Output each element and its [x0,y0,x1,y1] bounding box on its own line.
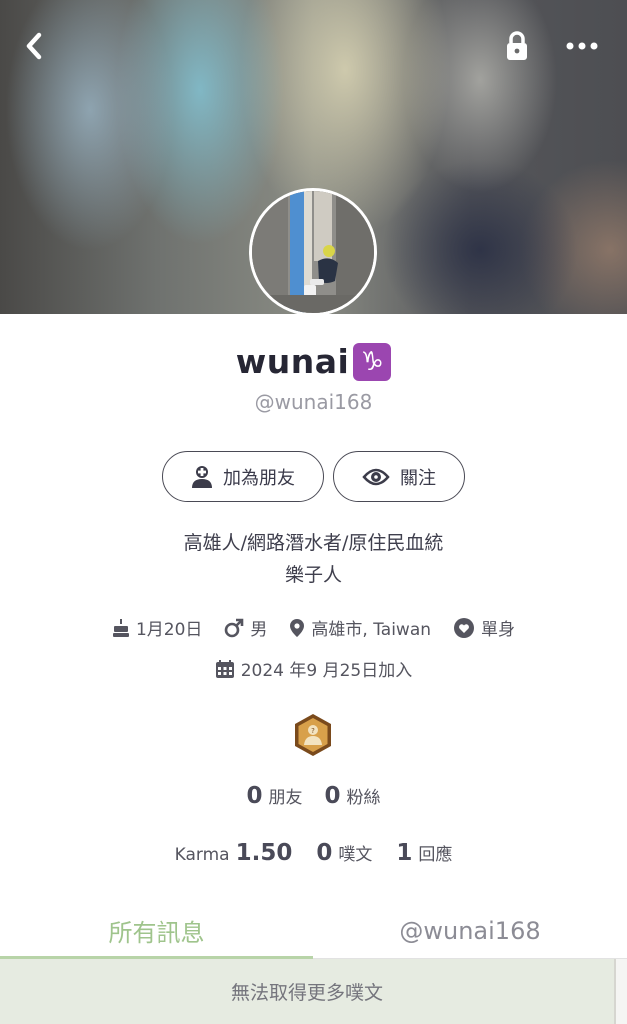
back-button[interactable] [12,24,56,68]
add-friend-button[interactable]: 加為朋友 [162,451,324,502]
relationship-item: 單身 [453,615,515,640]
karma-label: Karma [174,845,230,865]
replies-label: 回應 [418,845,453,865]
friends-stat[interactable]: 0 朋友 [246,783,302,809]
tab-user-posts[interactable]: @wunai168 [313,904,627,959]
gender-text: 男 [250,620,268,640]
fans-count: 0 [324,783,341,809]
gender-item: 男 [224,615,267,640]
eye-icon [362,468,390,485]
more-horizontal-icon [566,42,598,50]
friends-label: 朋友 [268,788,303,808]
profile-tabs: 所有訊息 @wunai168 [0,904,627,959]
social-stats: 0 朋友 0 粉絲 [0,783,627,809]
display-name: wunai [235,342,350,381]
add-user-icon [192,465,212,488]
activity-stats: Karma 1.50 0 噗文 1 回應 [0,840,627,866]
karma-value: 1.50 [235,840,293,866]
location-text: 高雄市, Taiwan [311,620,432,640]
follow-button[interactable]: 關注 [333,451,465,502]
heart-icon [454,617,475,638]
avatar[interactable] [249,188,377,316]
posts-count: 0 [316,840,333,866]
add-friend-label: 加為朋友 [223,467,295,489]
tab-all-messages[interactable]: 所有訊息 [0,904,313,959]
friends-count: 0 [246,783,263,809]
relationship-text: 單身 [481,620,516,640]
bio-line-2: 樂子人 [284,564,342,586]
join-date-text: 2024 年9 月25日加入 [240,661,413,681]
bio-line-1: 高雄人/網路潛水者/原住民血統 [183,532,444,554]
display-name-row: wunai ♑ [0,342,627,381]
birthday-item: 1月20日 [112,615,202,640]
privacy-button[interactable] [495,24,539,68]
karma-stat: Karma 1.50 [175,840,293,866]
location-item: 高雄市, Taiwan [289,615,431,640]
posts-stat: 0 噗文 [316,840,372,866]
user-handle: @wunai168 [254,390,373,414]
karma-badge-icon[interactable]: ? [293,713,333,757]
calendar-icon [215,659,234,678]
chevron-left-icon [26,32,42,60]
birthday-text: 1月20日 [135,620,203,640]
fans-label: 粉絲 [346,788,381,808]
scrollbar[interactable] [614,959,627,1024]
follow-label: 關注 [400,467,436,489]
no-more-posts-message: 無法取得更多噗文 [0,959,614,1024]
map-pin-icon [290,618,305,637]
zodiac-capricorn-icon: ♑ [353,342,392,381]
posts-label: 噗文 [338,845,373,865]
male-icon [225,618,244,637]
avatar-photo [252,191,374,313]
fans-stat[interactable]: 0 粉絲 [325,783,381,809]
action-buttons: 加為朋友 關注 [0,451,627,502]
join-date: 2024 年9 月25日加入 [0,656,627,681]
svg-text:?: ? [311,727,315,735]
lock-icon [507,31,527,60]
bio: 高雄人/網路潛水者/原住民血統 樂子人 [0,527,627,591]
replies-stat: 1 回應 [396,840,452,866]
more-options-button[interactable] [560,24,604,68]
birthday-cake-icon [112,618,129,637]
replies-count: 1 [396,840,413,866]
profile-meta: 1月20日 男 高雄市, Taiwan 單身 [0,615,627,640]
